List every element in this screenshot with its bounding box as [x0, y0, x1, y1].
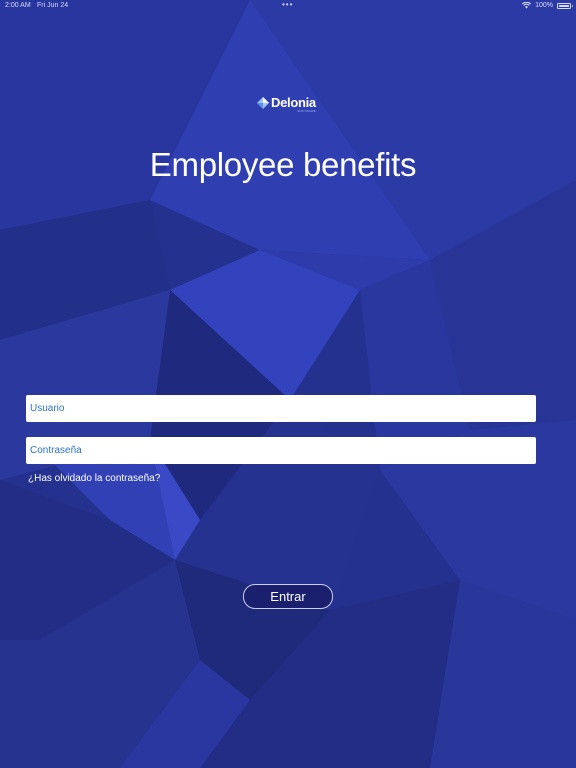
- status-bar: 2:00 AM Fri Jun 24 ••• 100%: [0, 0, 576, 12]
- forgot-password-link[interactable]: ¿Has olvidado la contraseña?: [28, 473, 160, 484]
- status-date: Fri Jun 24: [37, 2, 69, 9]
- logo-subtext: SOFTWARE: [297, 109, 316, 113]
- login-button[interactable]: Entrar: [243, 584, 333, 609]
- password-input[interactable]: [26, 437, 536, 464]
- status-right: 100%: [522, 2, 573, 9]
- battery-percentage: 100%: [535, 2, 553, 9]
- delonia-logo-mark-icon: [257, 97, 269, 109]
- battery-icon: [557, 2, 573, 9]
- wifi-icon: [522, 2, 532, 9]
- status-time: 2:00 AM: [5, 2, 31, 9]
- multitasking-dots[interactable]: •••: [282, 0, 293, 9]
- page-title: Employee benefits: [149, 146, 417, 183]
- delonia-logo: Delonia SOFTWARE: [256, 96, 316, 116]
- battery-fill: [559, 4, 569, 7]
- logo-text: Delonia: [271, 95, 316, 110]
- username-input[interactable]: [26, 395, 536, 422]
